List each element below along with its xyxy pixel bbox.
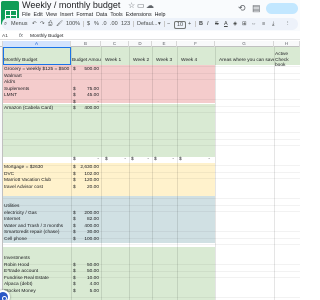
redo-icon[interactable]: ↷ (40, 20, 45, 28)
subtotal-value[interactable]: - (157, 156, 176, 163)
header-active-checkbook[interactable]: Active Check book (274, 52, 300, 69)
amazon-amount[interactable]: 400.00 (76, 105, 101, 112)
column-divider (215, 47, 216, 300)
document-title[interactable]: Weekly / monthly budget (22, 0, 120, 11)
column-divider (177, 47, 178, 300)
strikethrough-button[interactable]: S (215, 20, 219, 28)
share-button[interactable] (266, 3, 298, 14)
toolbar-divider (164, 21, 165, 27)
move-folder-icon[interactable]: ▭ (137, 1, 145, 10)
merge-cells-icon[interactable]: ⇔ (251, 20, 257, 28)
header-monthly-budget[interactable]: Monthly Budget (3, 57, 71, 64)
header-areas-to-save[interactable]: Areas where you can save (218, 57, 274, 64)
column-divider (152, 47, 153, 300)
header-week-2[interactable]: Week 2 (132, 57, 152, 64)
cell-phone-amount[interactable]: 100.00 (76, 236, 101, 243)
paint-format-icon[interactable]: 🖌 (56, 20, 63, 28)
history-icon[interactable]: ⟲ (238, 4, 246, 13)
font-size-decrease-button[interactable]: − (167, 20, 170, 28)
travel-advisor-amount[interactable]: 20.00 (76, 184, 101, 191)
print-icon[interactable]: ⎙ (48, 20, 52, 28)
sheet-grid: Monthly Budget Budget Amount Week 1 Week… (0, 47, 300, 300)
toolbar-divider (133, 21, 134, 27)
stocket-label[interactable]: Stocket Money (3, 288, 71, 295)
star-icon[interactable]: ☆ (128, 1, 135, 10)
increase-decimal-button[interactable]: .00 (110, 20, 118, 28)
zoom-select[interactable]: 100% (66, 20, 80, 28)
font-select[interactable]: Defaul... (137, 20, 157, 28)
percent-format-button[interactable]: % (94, 20, 99, 28)
borders-icon[interactable]: ⊞ (242, 20, 247, 28)
chevron-down-icon[interactable]: ▾ (158, 20, 161, 28)
decrease-decimal-button[interactable]: .0 (102, 20, 107, 28)
travel-advisor-label[interactable]: travel Advisor cost (3, 184, 71, 191)
formula-bar: A1 fx Monthly Budget (0, 33, 300, 40)
toolbar-divider (83, 21, 84, 27)
fill-color-icon[interactable]: ◈ (233, 20, 237, 28)
header-week-4[interactable]: Week 4 (180, 57, 214, 64)
currency-format-button[interactable]: $ (87, 20, 90, 28)
amazon-label[interactable]: Amazon (Cabela Card) (3, 105, 71, 112)
grocery-amount[interactable]: 500.00 (76, 66, 101, 73)
font-size-increase-button[interactable]: + (188, 20, 191, 28)
subtotal-value[interactable]: - (76, 156, 101, 163)
vertical-align-icon[interactable]: ⤓ (272, 20, 274, 28)
horizontal-align-icon[interactable]: ≡ (262, 20, 265, 28)
comment-icon[interactable]: ▤ (252, 4, 261, 13)
text-color-button[interactable]: A (224, 20, 228, 28)
stocket-amount[interactable]: 5.00 (76, 288, 101, 295)
toolbar: ⌕ Menus ↶ ↷ ⎙ 🖌 100% $ % .0 .00 123 Defa… (2, 18, 298, 30)
header-week-1[interactable]: Week 1 (104, 57, 128, 64)
bold-button[interactable]: B (199, 20, 203, 28)
search-icon[interactable]: ⌕ (4, 20, 7, 28)
name-box[interactable]: A1 (2, 33, 8, 40)
lmnt-label[interactable]: LMNT (3, 92, 71, 99)
column-divider (129, 47, 130, 300)
menus-button[interactable]: Menus (11, 20, 28, 28)
column-divider (101, 47, 102, 300)
number-format-button[interactable]: 123 (121, 20, 130, 28)
subtotal-value[interactable]: - (182, 156, 212, 163)
cloud-status-icon[interactable]: ☁ (146, 1, 154, 10)
header-budget-amount[interactable]: Budget Amount (71, 57, 101, 64)
cell-phone-label[interactable]: Cell phone (3, 236, 71, 243)
toolbar-divider (195, 21, 196, 27)
more-options-icon[interactable]: ⋮ (285, 20, 291, 28)
column-divider (274, 47, 275, 300)
column-divider (71, 47, 72, 300)
subtotal-value[interactable]: - (134, 156, 151, 163)
italic-button[interactable]: I (207, 20, 209, 28)
subtotal-value[interactable]: - (108, 156, 128, 163)
font-size-input[interactable]: 10 (174, 20, 187, 29)
formula-input[interactable]: Monthly Budget (30, 33, 63, 40)
header-week-3[interactable]: Week 3 (155, 57, 177, 64)
function-icon: fx (19, 33, 23, 39)
undo-icon[interactable]: ↶ (32, 20, 37, 28)
